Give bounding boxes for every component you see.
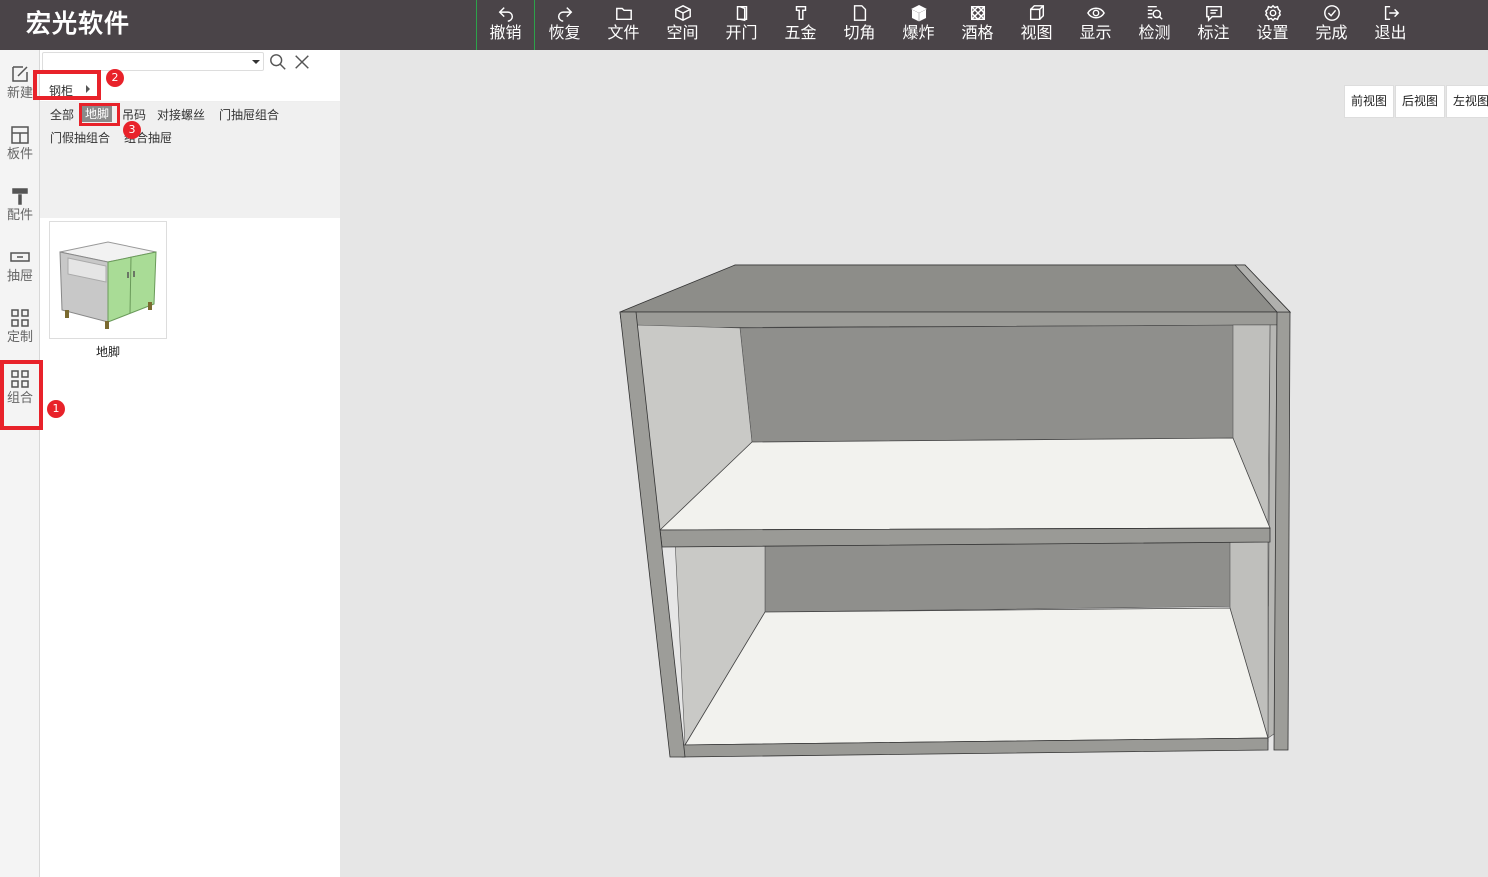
3d-viewport[interactable]: 前视图 后视图 左视图 — [340, 50, 1488, 877]
exit-button[interactable]: 退出 — [1361, 0, 1420, 50]
settings-button[interactable]: 设置 — [1243, 0, 1302, 50]
callout-badge-2: 2 — [106, 69, 124, 87]
complete-button[interactable]: 完成 — [1302, 0, 1361, 50]
sidebar-item-drawer[interactable]: 抽屉 — [0, 233, 40, 293]
door-icon — [736, 5, 747, 22]
search-icon[interactable] — [269, 53, 287, 71]
panel-icon — [11, 126, 29, 144]
exit-icon — [1384, 5, 1399, 21]
undo-button[interactable]: 撤销 — [476, 0, 535, 50]
corner-cut-icon — [853, 5, 866, 21]
grid-icon — [11, 309, 29, 327]
cabinet-3d-model[interactable] — [340, 50, 1488, 877]
callout-feet-tag — [79, 103, 120, 126]
callout-category — [33, 70, 101, 100]
left-nav: 新建 板件 配件 抽屉 定制 组合 — [0, 50, 40, 877]
inspect-icon — [1147, 5, 1163, 20]
display-button[interactable]: 显示 — [1066, 0, 1125, 50]
view-icon — [1029, 5, 1044, 21]
check-icon — [1323, 5, 1340, 21]
component-thumbnail-label: 地脚 — [95, 345, 120, 359]
open-door-button[interactable]: 开门 — [712, 0, 771, 50]
component-panel: 钢柜 全部 地脚 吊码 对接螺丝 门抽屉组合 门假抽组合 组合抽屉 地脚 — [40, 50, 340, 877]
wine-grid-icon — [970, 5, 985, 21]
eye-icon — [1086, 7, 1105, 19]
drawer-icon — [10, 252, 30, 262]
callout-combination — [0, 360, 43, 430]
undo-icon — [498, 7, 513, 22]
chevron-down-icon[interactable] — [252, 60, 260, 64]
hardware-icon — [795, 5, 806, 21]
top-bar: 宏光软件 撤销 恢复 文件 空间 开门 五金 切角 爆炸 酒格 视图 显示 检测… — [0, 0, 1488, 50]
folder-icon — [615, 7, 632, 21]
tag-all[interactable]: 全部 — [50, 107, 74, 123]
wine-grid-button[interactable]: 酒格 — [948, 0, 1007, 50]
redo-button[interactable]: 恢复 — [535, 0, 594, 50]
sidebar-item-custom[interactable]: 定制 — [0, 294, 40, 354]
edit-icon — [12, 66, 28, 82]
space-button[interactable]: 空间 — [653, 0, 712, 50]
callout-badge-1: 1 — [47, 400, 65, 418]
annotate-icon — [1205, 5, 1222, 22]
tag-connector-screw[interactable]: 对接螺丝 — [157, 107, 205, 123]
cube-icon — [674, 4, 691, 22]
app-logo: 宏光软件 — [26, 9, 131, 38]
search-input[interactable] — [42, 52, 264, 71]
hardware-button[interactable]: 五金 — [771, 0, 830, 50]
annotate-button[interactable]: 标注 — [1184, 0, 1243, 50]
explode-icon — [910, 4, 927, 22]
close-icon[interactable] — [293, 53, 311, 71]
callout-badge-3: 3 — [123, 121, 141, 139]
roller-icon — [12, 188, 28, 205]
redo-icon — [557, 7, 572, 22]
explode-button[interactable]: 爆炸 — [889, 0, 948, 50]
sidebar-item-accessories[interactable]: 配件 — [0, 172, 40, 232]
file-button[interactable]: 文件 — [594, 0, 653, 50]
tag-door-fake-drawer-combo[interactable]: 门假抽组合 — [50, 130, 110, 146]
corner-cut-button[interactable]: 切角 — [830, 0, 889, 50]
view-button[interactable]: 视图 — [1007, 0, 1066, 50]
inspect-button[interactable]: 检测 — [1125, 0, 1184, 50]
gear-icon — [1264, 4, 1281, 22]
tag-door-drawer-combo[interactable]: 门抽屉组合 — [219, 107, 279, 123]
component-thumbnail[interactable] — [49, 221, 167, 339]
sidebar-item-panel[interactable]: 板件 — [0, 111, 40, 171]
main-toolbar: 撤销 恢复 文件 空间 开门 五金 切角 爆炸 酒格 视图 显示 检测 标注 设… — [476, 0, 1420, 50]
cabinet-thumbnail-image — [59, 241, 157, 329]
